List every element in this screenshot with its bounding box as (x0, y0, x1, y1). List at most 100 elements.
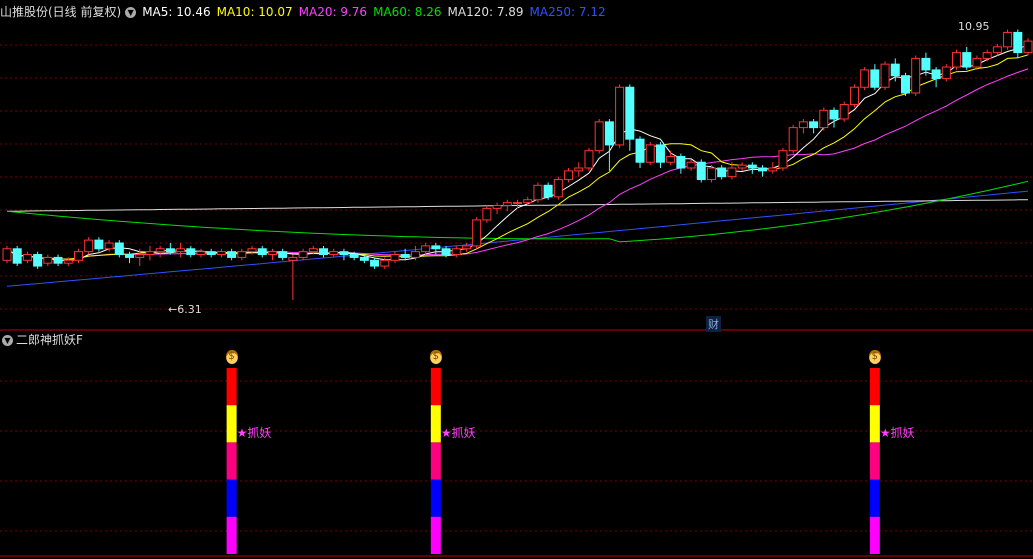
candle-body (574, 167, 584, 172)
candle-body (737, 164, 747, 169)
candle-body (727, 167, 737, 178)
candle-body (706, 167, 716, 181)
candle-body (992, 46, 1002, 54)
candle-body (553, 179, 563, 198)
candle-body (666, 155, 676, 163)
candle-body (53, 256, 63, 264)
candle-body (788, 127, 798, 152)
candle-body (778, 150, 788, 169)
money-bag-icon: $ (429, 350, 442, 364)
main-chart-header: 山推股份(日线 前复权) ▼ MA5: 10.46 MA10: 10.07 MA20: … (0, 3, 618, 21)
signal-label: ★抓妖 (440, 426, 476, 440)
signal-bar-segment (430, 442, 441, 480)
candle-body (63, 259, 73, 264)
candle-body (645, 144, 655, 163)
candle-body (247, 248, 257, 253)
candle-body (349, 254, 359, 258)
sub-chart-header: ▼ 二郎神抓妖F (2, 331, 89, 349)
chevron-down-icon[interactable]: ▼ (125, 7, 137, 18)
candle-body (298, 251, 308, 258)
candle-body (523, 199, 533, 204)
candle-body (288, 256, 298, 261)
candle-body (941, 66, 951, 80)
candle-body (533, 184, 543, 201)
candle-body (931, 69, 941, 80)
signal-bar-segment (869, 479, 880, 517)
candle-body (962, 52, 972, 68)
candle-body (380, 259, 390, 267)
money-bag-icon: $ (225, 350, 238, 364)
candle-body (278, 251, 288, 258)
candle-body (257, 248, 267, 256)
ma-legend-item: MA20: 9.76 (298, 5, 368, 19)
ma-legend-item: MA10: 10.07 (216, 5, 293, 19)
signal-bar-segment (430, 368, 441, 406)
candle-body (839, 104, 849, 120)
candle-body (860, 69, 870, 88)
ma-legend-item: MA120: 7.89 (447, 5, 524, 19)
candle-body (952, 52, 962, 68)
candle-body (502, 202, 512, 207)
candle-body (390, 254, 400, 261)
low-price-value: 6.31 (177, 303, 202, 316)
signal-bar-segment (869, 516, 880, 554)
ma-legend-item: MA250: 7.12 (529, 5, 606, 19)
candle-body (564, 170, 574, 181)
candle-body (625, 86, 635, 140)
candle-body (819, 109, 829, 129)
candle-body (22, 254, 32, 261)
candle-body (196, 251, 206, 256)
signal-bar-segment (869, 368, 880, 406)
candle-body (972, 57, 982, 68)
candle-body (329, 251, 339, 256)
low-price-label: ←6.31 (168, 303, 202, 316)
ma-legend: MA5: 10.46 MA10: 10.07 MA20: 9.76 MA60: 8.2… (142, 5, 611, 19)
finance-marker[interactable]: 财 (706, 316, 721, 332)
candle-body (421, 245, 431, 253)
candle-body (431, 245, 441, 250)
signal-bar-segment (869, 442, 880, 480)
signal-bar-segment (430, 516, 441, 554)
candle-body (461, 245, 471, 250)
signal-bar-segment (226, 442, 237, 480)
chevron-down-icon[interactable]: ▼ (2, 335, 13, 346)
candle-body (155, 248, 165, 253)
stock-chart[interactable] (0, 0, 1033, 559)
candle-body (135, 254, 145, 258)
candle-body (686, 161, 696, 169)
candle-body (104, 242, 114, 250)
candle-body (339, 251, 349, 256)
signal-label: ★抓妖 (879, 426, 915, 440)
candle-body (370, 259, 380, 267)
candle-body (482, 207, 492, 221)
indicator-title: 二郎神抓妖F (16, 333, 83, 347)
candle-body (911, 57, 921, 94)
candle-body (176, 248, 186, 253)
candle-body (227, 251, 237, 258)
candle-body (308, 248, 318, 253)
candle-body (43, 256, 53, 264)
candle-body (12, 248, 22, 264)
money-bag-icon: $ (868, 350, 881, 364)
signal-label: ★抓妖 (236, 426, 272, 440)
candle-body (206, 251, 216, 256)
candle-body (165, 248, 175, 253)
candle-body (809, 121, 819, 129)
candle-body (584, 150, 594, 169)
candle-body (33, 254, 43, 267)
candle-body (594, 121, 604, 152)
ma60-line (6, 180, 1029, 243)
ma-legend-item: MA5: 10.46 (142, 5, 211, 19)
candle-body (94, 239, 104, 250)
candle-body (84, 239, 94, 253)
candle-body (921, 57, 931, 71)
candle-body (890, 63, 900, 77)
candle-body (319, 248, 329, 256)
stock-title: 山推股份(日线 前复权) (0, 5, 122, 19)
candle-body (114, 242, 124, 256)
candle-body (635, 138, 645, 163)
candle-body (125, 254, 135, 258)
candle-body (2, 248, 12, 261)
signal-bar-segment (226, 479, 237, 517)
candle-body (900, 75, 910, 94)
